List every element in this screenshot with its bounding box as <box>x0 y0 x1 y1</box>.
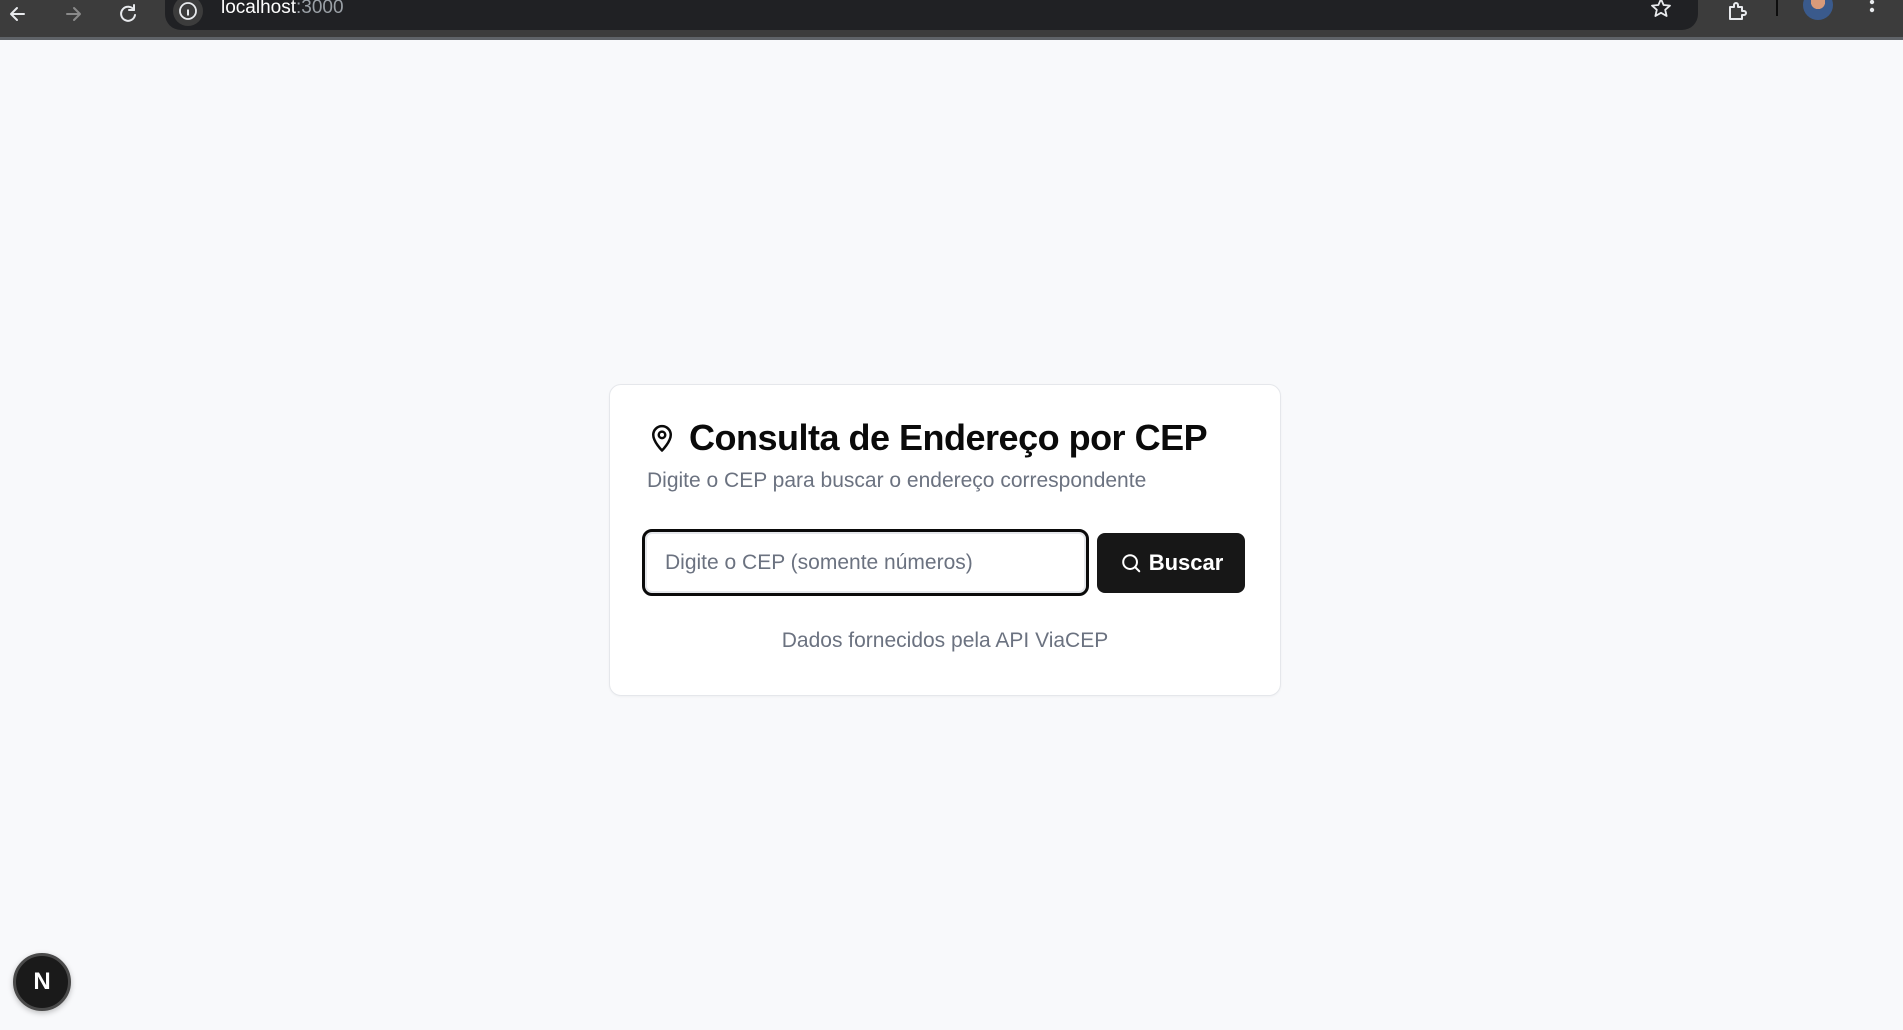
back-button[interactable] <box>0 0 36 28</box>
nextjs-logo-icon: N <box>33 968 51 995</box>
arrow-right-icon <box>66 7 81 21</box>
puzzle-icon <box>1729 2 1747 20</box>
url-host: localhost <box>221 0 296 18</box>
reload-button[interactable] <box>110 0 146 28</box>
nextjs-dev-indicator[interactable]: N <box>13 953 71 1011</box>
address-bar[interactable]: localhost:3000 <box>165 0 1698 30</box>
arrow-left-icon <box>10 7 25 21</box>
card-subtitle: Digite o CEP para buscar o endereço corr… <box>647 469 1147 492</box>
api-credit: Dados fornecidos pela API ViaCEP <box>781 629 1109 652</box>
page-title: Consulta de Endereço por CEP <box>689 417 1208 458</box>
card-header: Consulta de Endereço por CEP <box>647 417 1208 459</box>
site-info-button[interactable] <box>173 0 203 26</box>
info-icon <box>179 2 197 20</box>
extensions-button[interactable] <box>1720 0 1754 26</box>
search-icon <box>1119 551 1143 575</box>
forward-button[interactable] <box>55 0 91 28</box>
browser-menu-button[interactable] <box>1855 0 1889 26</box>
browser-toolbar: localhost:3000 <box>0 0 1903 40</box>
profile-avatar[interactable] <box>1803 0 1833 20</box>
search-button[interactable]: Buscar <box>1097 533 1245 593</box>
cep-input[interactable] <box>642 529 1089 596</box>
kebab-menu-icon <box>1869 0 1875 13</box>
url-port: :3000 <box>296 0 344 18</box>
map-pin-icon <box>647 423 677 453</box>
search-button-label: Buscar <box>1148 550 1224 575</box>
url-text: localhost:3000 <box>221 0 344 19</box>
toolbar-divider <box>1776 0 1778 16</box>
cep-search-card: Consulta de Endereço por CEP Digite o CE… <box>609 384 1281 696</box>
star-icon <box>1651 0 1671 17</box>
bookmark-button[interactable] <box>1644 0 1678 22</box>
reload-icon <box>120 4 136 22</box>
